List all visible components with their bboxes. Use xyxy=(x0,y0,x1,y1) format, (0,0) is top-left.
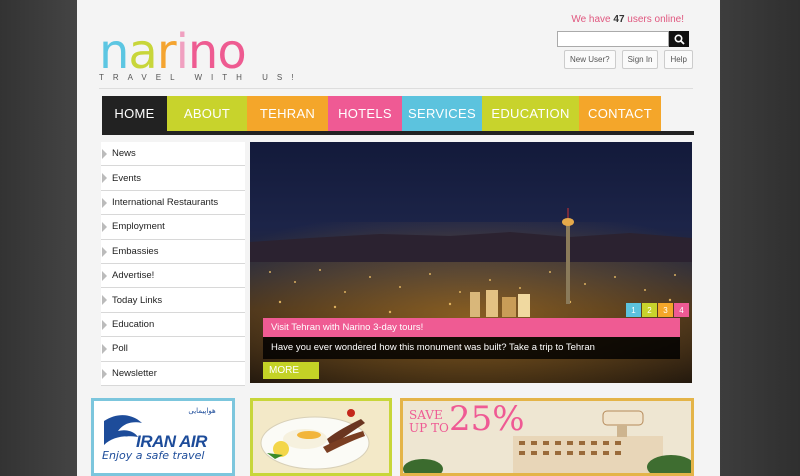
logo-tagline: TRAVEL WITH US! xyxy=(99,73,303,82)
search-icon xyxy=(673,33,685,45)
sidebar-item-education[interactable]: Education xyxy=(101,312,245,338)
account-links: New User? Sign In Help xyxy=(564,50,693,69)
arrow-right-icon xyxy=(102,270,107,281)
help-button[interactable]: Help xyxy=(664,50,693,69)
nav-tehran[interactable]: TEHRAN xyxy=(247,96,328,131)
background-right xyxy=(720,0,800,476)
slider-page-3[interactable]: 3 xyxy=(658,303,673,317)
hero-slider[interactable]: 1 2 3 4 Visit Tehran with Narino 3-day t… xyxy=(250,142,692,383)
iran-air-banner[interactable]: هواپیمایی Enjoy a safe travel IRAN AIR xyxy=(91,398,235,476)
slider-pager: 1 2 3 4 xyxy=(626,303,689,317)
nav-underline xyxy=(102,131,694,135)
sidebar-item-poll[interactable]: Poll xyxy=(101,337,245,362)
sign-in-button[interactable]: Sign In xyxy=(621,50,659,69)
sidebar-item-embassies[interactable]: Embassies xyxy=(101,239,245,264)
sidebar-item-employment[interactable]: Employment xyxy=(101,215,245,240)
sidebar-item-news[interactable]: News xyxy=(101,142,245,167)
logo-letter: n xyxy=(187,24,218,80)
nav-education[interactable]: EDUCATION xyxy=(482,96,579,131)
arrow-right-icon xyxy=(102,295,107,306)
new-user-button[interactable]: New User? xyxy=(564,50,616,69)
arrow-right-icon xyxy=(102,222,107,233)
arrow-right-icon xyxy=(102,319,107,330)
logo-wordmark: narino xyxy=(99,24,247,80)
search-button[interactable] xyxy=(669,31,689,47)
nav-hotels[interactable]: HOTELS xyxy=(328,96,402,131)
logo-letter: i xyxy=(175,24,189,80)
slider-page-4[interactable]: 4 xyxy=(674,303,689,317)
nav-home[interactable]: HOME xyxy=(102,96,167,131)
sidebar-item-today-links[interactable]: Today Links xyxy=(101,288,245,313)
nav-contact[interactable]: CONTACT xyxy=(579,96,661,131)
sidebar-item-newsletter[interactable]: Newsletter xyxy=(101,361,245,386)
sidebar-menu: News Events International Restaurants Em… xyxy=(101,142,245,386)
arrow-right-icon xyxy=(102,197,107,208)
nav-services[interactable]: SERVICES xyxy=(402,96,482,131)
search-bar xyxy=(557,31,690,47)
kebab-plate-photo xyxy=(260,409,370,470)
slide-description: Have you ever wondered how this monument… xyxy=(263,337,680,359)
sidebar-item-events[interactable]: Events xyxy=(101,166,245,191)
nav-about[interactable]: ABOUT xyxy=(167,96,247,131)
slider-page-2[interactable]: 2 xyxy=(642,303,657,317)
arrow-right-icon xyxy=(102,173,107,184)
hotel-photo xyxy=(403,410,691,473)
site-logo[interactable]: narino TRAVEL WITH US! xyxy=(99,24,293,82)
slide-title[interactable]: Visit Tehran with Narino 3-day tours! xyxy=(263,318,680,337)
search-input[interactable] xyxy=(557,31,669,47)
users-online-text: We have 47 users online! xyxy=(571,14,684,25)
sale-banner[interactable]: SAVE UP TO 25% xyxy=(400,398,694,476)
logo-letter: a xyxy=(128,24,157,80)
arrow-right-icon xyxy=(102,368,107,379)
logo-letter: r xyxy=(156,24,177,80)
sidebar-item-advertise[interactable]: Advertise! xyxy=(101,263,245,289)
logo-letter: o xyxy=(217,24,246,80)
arrow-right-icon xyxy=(102,246,107,257)
users-online-count: 47 xyxy=(613,14,625,25)
slider-page-1[interactable]: 1 xyxy=(626,303,641,317)
arrow-right-icon xyxy=(102,149,107,159)
food-banner[interactable] xyxy=(250,398,392,476)
arrow-right-icon xyxy=(102,344,107,355)
background-left xyxy=(0,0,77,476)
sidebar-item-international-restaurants[interactable]: International Restaurants xyxy=(101,190,245,216)
header-divider xyxy=(99,88,693,89)
svg-text:هواپیمایی: هواپیمایی xyxy=(188,407,216,415)
logo-letter: n xyxy=(99,24,129,80)
main-nav: HOME ABOUT TEHRAN HOTELS SERVICES EDUCAT… xyxy=(102,96,694,131)
more-button[interactable]: MORE xyxy=(263,362,319,379)
page: narino TRAVEL WITH US! We have 47 users … xyxy=(77,0,720,476)
airline-name: IRAN AIR xyxy=(136,432,207,451)
